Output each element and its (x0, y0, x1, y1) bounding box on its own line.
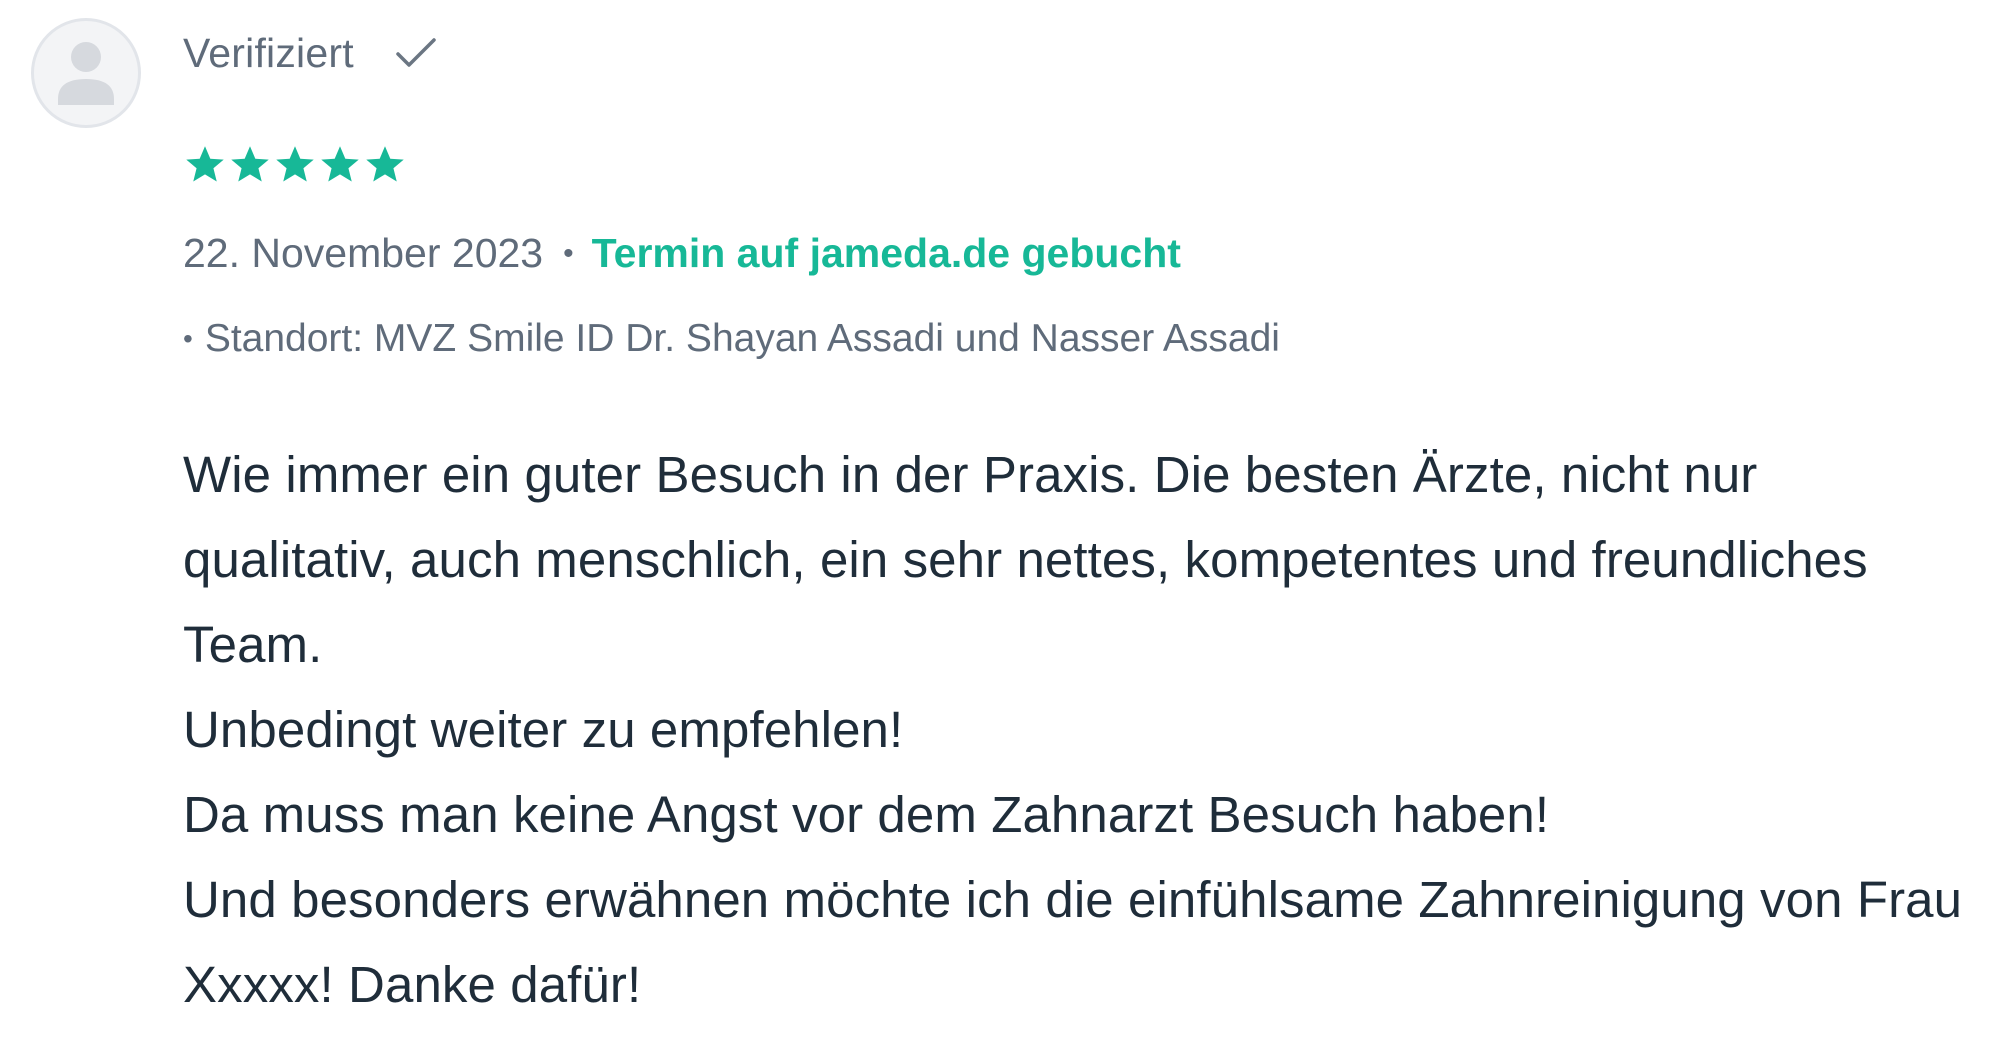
user-avatar-icon (31, 18, 141, 128)
review-text: Wie immer ein guter Besuch in der Praxis… (183, 446, 1963, 1013)
star-rating (183, 143, 407, 187)
booking-link[interactable]: Termin auf jameda.de gebucht (592, 230, 1181, 277)
star-icon (186, 146, 224, 182)
review-card: Verifiziert 22. November 2023 • Termin a… (0, 0, 1999, 1043)
review-meta: 22. November 2023 • Termin auf jameda.de… (183, 230, 1181, 277)
verified-row: Verifiziert (183, 28, 438, 78)
star-icon (276, 146, 314, 182)
star-icon (231, 146, 269, 182)
star-icon (366, 146, 404, 182)
check-icon (394, 35, 438, 71)
review-date: 22. November 2023 (183, 230, 544, 276)
location-bullet: • (183, 323, 193, 354)
location-text: Standort: MVZ Smile ID Dr. Shayan Assadi… (204, 317, 1280, 360)
star-icon (321, 146, 359, 182)
location-row: • Standort: MVZ Smile ID Dr. Shayan Assa… (183, 317, 1280, 361)
meta-separator: • (563, 236, 574, 270)
verified-label: Verifiziert (183, 29, 354, 76)
